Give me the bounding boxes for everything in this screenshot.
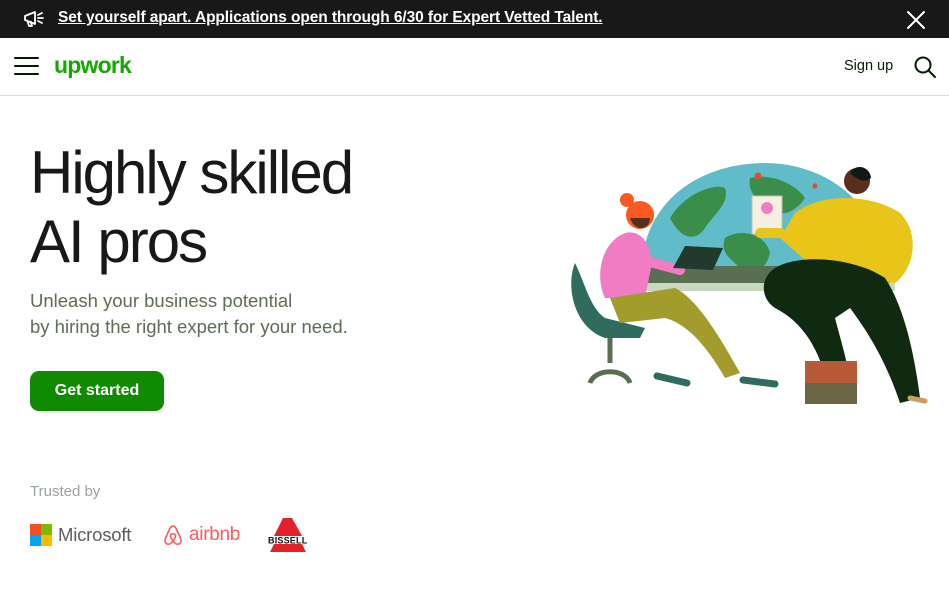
get-started-button[interactable]: Get started [30,371,164,411]
hamburger-menu-icon[interactable] [14,56,39,76]
sign-up-link[interactable]: Sign up [844,58,893,74]
upwork-logo[interactable]: upwork [54,52,138,80]
svg-text:BISSELL: BISSELL [268,536,308,546]
hero-subtitle: Unleash your business potential by hirin… [30,288,410,340]
trusted-logos: Microsoft airbnb BISSELL [30,514,350,556]
hero-subtitle-line2: by hiring the right expert for your need… [30,316,348,337]
microsoft-grid-icon [30,524,52,546]
hero-illustration [571,163,928,404]
megaphone-icon [24,11,44,27]
hero-subtitle-line1: Unleash your business potential [30,290,293,311]
banner-link[interactable]: Set yourself apart. Applications open th… [58,9,603,27]
svg-text:upwork: upwork [54,52,132,78]
airbnb-wordmark: airbnb [189,524,241,545]
airbnb-logo: airbnb [161,523,240,547]
microsoft-logo: Microsoft [30,524,131,546]
microsoft-wordmark: Microsoft [58,524,132,545]
hero-title-line1: Highly skilled [30,139,354,206]
main-nav: upwork Sign up [0,38,949,96]
close-icon[interactable] [905,9,927,31]
bissell-logo: BISSELL [267,518,323,552]
hero-title-line2: AI pros [30,208,208,275]
airbnb-belo-icon [164,525,182,545]
announcement-banner: Set yourself apart. Applications open th… [0,0,949,38]
hero-title: Highly skilled AI pros [30,138,450,276]
trusted-by-label: Trusted by [30,483,101,500]
search-icon[interactable] [913,55,937,79]
